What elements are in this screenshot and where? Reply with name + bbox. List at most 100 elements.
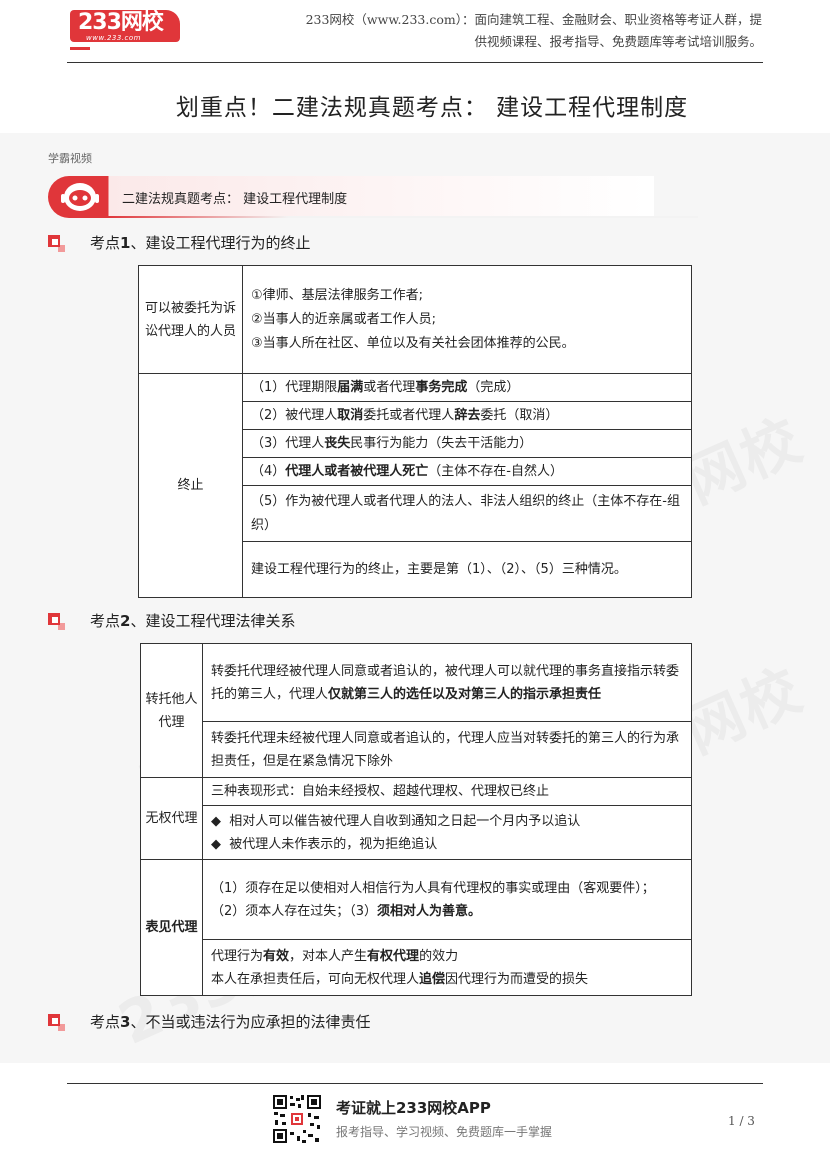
row-label: 无权代理 <box>140 777 203 860</box>
row-label: 终止 <box>138 373 243 598</box>
list-item: （2）须本人存在过失；（3）须相对人为善意。 <box>211 900 683 923</box>
bold-span: 事务完成 <box>415 379 468 395</box>
table-row: 转托他人代理 转委托代理经被代理人同意或者追认的，被代理人可以就代理的事务直接指… <box>140 643 692 778</box>
video-label: 学霸视频 <box>48 152 92 165</box>
section-title: 、建设工程代理行为的终止 <box>130 234 311 252</box>
section-number: 3 <box>120 1013 131 1031</box>
text-span: （2）被代理人 <box>251 407 338 423</box>
text-span: （3）代理人 <box>251 435 325 451</box>
text-span: （主体不存在-自然人） <box>428 463 563 479</box>
logo-subtext: www.233.com <box>86 34 141 42</box>
table-row: 转委托代理未经被代理人同意或者追认的，代理人应当对转委托的第三人的行为承担责任，… <box>141 721 692 778</box>
bold-span: 丧失 <box>324 435 351 451</box>
termination-table: 可以被委托为诉讼代理人的人员 ①律师、基层法律服务工作者; ②当事人的近亲属或者… <box>138 265 692 598</box>
banner-title: 二建法规真题考点： 建设工程代理制度 <box>122 192 348 207</box>
termination-item-3: （3）代理人丧失民事行为能力（失去干活能力） <box>242 429 692 458</box>
section-prefix: 考点 <box>90 234 121 252</box>
video-banner[interactable]: 二建法规真题考点： 建设工程代理制度 <box>48 176 698 218</box>
footer-divider <box>67 1083 763 1084</box>
bold-span: 追偿 <box>419 971 446 987</box>
termination-item-5: （5）作为被代理人或者代理人的法人、非法人组织的终止（主体不存在-组织） <box>242 485 692 542</box>
logo: 233网校 www.233.com <box>70 10 202 50</box>
text-span: 的效力 <box>419 948 459 964</box>
banner-underline <box>108 216 698 218</box>
list-item: 本人在承担责任后，可向无权代理人追偿因代理行为而遭受的损失 <box>211 968 683 991</box>
footer-title: 考证就上233网校APP <box>336 1099 491 1117</box>
sub-agency-unconsented: 转委托代理未经被代理人同意或者追认的，代理人应当对转委托的第三人的行为承担责任，… <box>202 721 692 778</box>
table-row: ◆ 相对人可以催告被代理人自收到通知之日起一个月内予以追认 ◆ 被代理人未作表示… <box>141 805 692 860</box>
header-info-line1: 233网校（www.233.com）：面向建筑工程、金融财会、职业资格等考证人群… <box>305 12 762 27</box>
header-divider <box>67 62 763 63</box>
bold-span: 辞去 <box>454 407 481 423</box>
termination-item-1: （1）代理期限届满或者代理事务完成（完成） <box>242 373 692 402</box>
section-title: 、不当或违法行为应承担的法律责任 <box>130 1013 371 1031</box>
list-item: ②当事人的近亲属或者工作人员; <box>251 311 437 327</box>
apparent-agency-effect: 代理行为有效，对本人产生有权代理的效力 本人在承担责任后，可向无权代理人追偿因代… <box>202 939 692 996</box>
unauthorized-forms: 三种表现形式：自始未经授权、超越代理权、代理权已终止 <box>202 777 692 806</box>
bold-span: 有效 <box>263 948 290 964</box>
row-label: 可以被委托为诉讼代理人的人员 <box>138 265 243 374</box>
text-span: 或者代理 <box>363 379 416 395</box>
header-info-line2: 供视频课程、报考指导、免费题库等考试培训服务。 <box>474 34 762 49</box>
table-row: 表见代理 （1）须存在足以使相对人相信行为人具有代理权的事实或理由（客观要件）；… <box>140 859 692 996</box>
bold-span: 有权代理 <box>367 948 420 964</box>
section-prefix: 考点 <box>90 1013 121 1031</box>
section-title: 、建设工程代理法律关系 <box>130 612 296 630</box>
section-heading-text: 考点3、不当或违法行为应承担的法律责任 <box>90 1011 370 1032</box>
page-title: 划重点！二建法规真题考点： 建设工程代理制度 <box>175 95 689 121</box>
bold-span: 届满 <box>337 379 364 395</box>
page-header: 233网校 www.233.com 233网校（www.233.com）：面向建… <box>0 0 830 70</box>
text-span: 委托或者代理人 <box>363 407 455 423</box>
text-span: （完成） <box>467 379 520 395</box>
table-row: 无权代理 三种表现形式：自始未经授权、超越代理权、代理权已终止 <box>140 777 692 860</box>
bold-span: 代理人或者被代理人死亡 <box>285 463 429 479</box>
text-span: 被代理人未作表示的，视为拒绝追认 <box>229 836 438 852</box>
diamond-bullet-icon: ◆ <box>211 813 221 829</box>
list-item: （1）须存在足以使相对人相信行为人具有代理权的事实或理由（客观要件）； <box>211 880 655 896</box>
section-heading-text: 考点1、建设工程代理行为的终止 <box>90 232 310 253</box>
termination-item-2: （2）被代理人取消委托或者代理人辞去委托（取消） <box>242 401 692 430</box>
text-span: 代理行为 <box>211 948 264 964</box>
list-item: ③当事人所在社区、单位以及有关社会团体推荐的公民。 <box>251 335 575 351</box>
unauthorized-rules: ◆ 相对人可以催告被代理人自收到通知之日起一个月内予以追认 ◆ 被代理人未作表示… <box>202 805 692 860</box>
row-label: 转托他人代理 <box>140 643 203 778</box>
qr-code-icon[interactable] <box>272 1094 322 1144</box>
bold-span: 须相对人为善意。 <box>377 903 482 919</box>
agent-list-cell: ①律师、基层法律服务工作者; ②当事人的近亲属或者工作人员; ③当事人所在社区、… <box>242 265 692 374</box>
text-span: 委托（取消） <box>480 407 559 423</box>
bold-span: 取消 <box>337 407 364 423</box>
termination-item-4: （4）代理人或者被代理人死亡（主体不存在-自然人） <box>242 457 692 486</box>
section-number: 2 <box>120 612 131 630</box>
table-row: 可以被委托为诉讼代理人的人员 ①律师、基层法律服务工作者; ②当事人的近亲属或者… <box>138 265 692 374</box>
header-info: 233网校（www.233.com）：面向建筑工程、金融财会、职业资格等考证人群… <box>282 9 762 53</box>
table-row: 代理行为有效，对本人产生有权代理的效力 本人在承担责任后，可向无权代理人追偿因代… <box>141 939 692 996</box>
sub-agency-consented: 转委托代理经被代理人同意或者追认的，被代理人可以就代理的事务直接指示转委托的第三… <box>202 643 692 722</box>
text-span: 民事行为能力（失去干活能力） <box>350 435 533 451</box>
text-span: ，对本人产生 <box>289 948 368 964</box>
footer-subtitle: 报考指导、学习视频、免费题库一手掌握 <box>336 1125 553 1139</box>
section-prefix: 考点 <box>90 612 121 630</box>
page-number: 1 / 3 <box>728 1114 755 1128</box>
text-span: （1）代理期限 <box>251 379 338 395</box>
text-span: 因代理行为而遭受的损失 <box>445 971 589 987</box>
robot-mascot-icon <box>61 183 99 211</box>
logo-dash <box>70 47 90 50</box>
row-label: 表见代理 <box>140 859 203 996</box>
table-row: 终止 （1）代理期限届满或者代理事务完成（完成） <box>138 373 692 598</box>
section-bullet-icon <box>48 1014 65 1031</box>
termination-summary: 建设工程代理行为的终止，主要是第（1）、（2）、（5）三种情况。 <box>242 541 692 598</box>
diamond-bullet-icon: ◆ <box>211 836 221 852</box>
text-span: （4） <box>251 463 286 479</box>
section-bullet-icon <box>48 613 65 630</box>
section-bullet-icon <box>48 235 65 252</box>
text-span: （2）须本人存在过失；（3） <box>211 903 378 919</box>
apparent-agency-requirements: （1）须存在足以使相对人相信行为人具有代理权的事实或理由（客观要件）； （2）须… <box>202 859 692 940</box>
list-item: ①律师、基层法律服务工作者; <box>251 287 424 303</box>
list-item: ◆ 相对人可以催告被代理人自收到通知之日起一个月内予以追认 <box>211 810 683 833</box>
list-item: 代理行为有效，对本人产生有权代理的效力 <box>211 945 683 968</box>
bold-span: 仅就第三人的选任以及对第三人的指示承担责任 <box>328 686 602 702</box>
text-span: 本人在承担责任后，可向无权代理人 <box>211 971 420 987</box>
list-item: ◆ 被代理人未作表示的，视为拒绝追认 <box>211 833 683 856</box>
text-span: 相对人可以催告被代理人自收到通知之日起一个月内予以追认 <box>229 813 581 829</box>
section-number: 1 <box>120 234 131 252</box>
